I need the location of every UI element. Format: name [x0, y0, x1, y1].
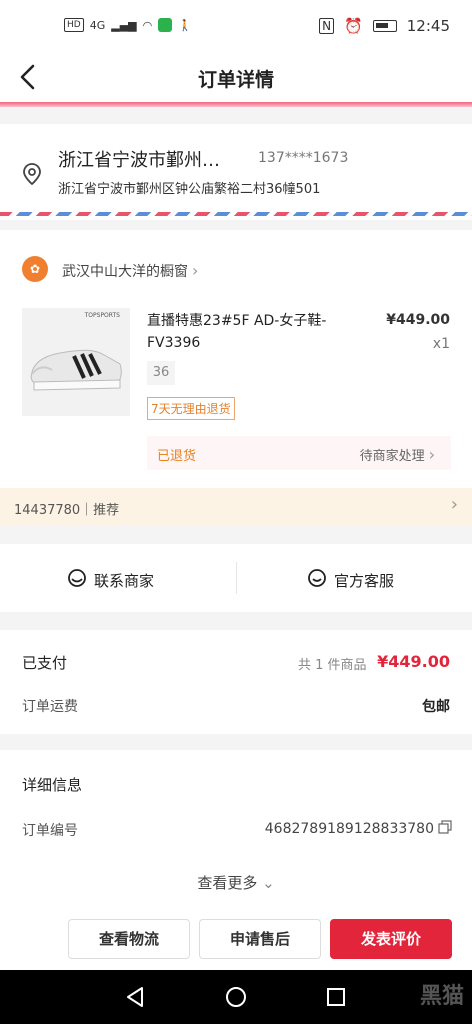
walk-icon: 🚶 [178, 18, 192, 32]
contact-bar: 联系商家 官方客服 [0, 544, 472, 612]
shop-name-link[interactable]: 武汉中山大洋的橱窗 › [62, 261, 198, 281]
product-title[interactable]: 直播特惠23#5F AD-女子鞋-FV3396 [147, 310, 367, 354]
chevron-right-icon: › [450, 494, 458, 515]
address-card[interactable]: 浙江省宁波市鄞州… 137****1673 浙江省宁波市鄞州区钟公庙繁裕二村36… [0, 124, 472, 220]
shop-name: 武汉中山大洋的橱窗 [62, 264, 188, 280]
customer-service-label: 官方客服 [334, 571, 395, 590]
payment-summary: 已支付 共 1 件商品 ¥449.00 订单运费 包邮 [0, 630, 472, 734]
product-quantity: x1 [432, 336, 450, 352]
after-sale-button[interactable]: 申请售后 [199, 919, 321, 959]
contact-merchant-button[interactable]: 联系商家 [66, 567, 154, 593]
recommend-text: 14437780｜推荐 [14, 503, 120, 518]
order-number-row: 4682789189128833780 [265, 820, 452, 838]
order-number-label: 订单编号 [22, 823, 78, 839]
nfc-icon: N [319, 18, 335, 34]
location-pin-icon [22, 162, 42, 190]
airmail-divider [0, 212, 472, 216]
refund-status-bar[interactable]: 已退货 待商家处理 › [147, 436, 451, 470]
recents-square-icon[interactable] [323, 984, 349, 1014]
signal-icon: ▂▄▆ [111, 18, 137, 32]
headset-icon [66, 567, 88, 593]
smile-icon [306, 567, 328, 593]
customer-service-button[interactable]: 官方客服 [306, 567, 394, 593]
refund-action: 待商家处理 › [360, 445, 435, 464]
hd-indicator: HD [64, 18, 84, 32]
alarm-icon: ⏰ [344, 17, 363, 35]
copy-icon[interactable] [438, 820, 452, 838]
shop-logo: ✿ [22, 256, 48, 282]
system-nav-bar: 黑猫 [0, 970, 472, 1024]
view-logistics-button[interactable]: 查看物流 [68, 919, 190, 959]
address-detail: 浙江省宁波市鄞州区钟公庙繁裕二村36幢501 [58, 182, 321, 197]
divider [236, 562, 237, 594]
shipping-label: 订单运费 [22, 699, 78, 715]
order-details: 详细信息 订单编号 4682789189128833780 查看更多 ⌄ [0, 750, 472, 910]
shipping-value: 包邮 [422, 699, 450, 715]
payment-status: 已支付 [22, 654, 68, 672]
wifi-icon: ◠ [142, 18, 153, 32]
back-triangle-icon[interactable] [122, 984, 148, 1014]
return-policy-badge: 7天无理由退货 [147, 397, 235, 420]
network-indicator: 4G [89, 18, 106, 32]
view-more-label: 查看更多 [197, 874, 258, 892]
contact-merchant-label: 联系商家 [94, 571, 155, 590]
refund-status: 已退货 [157, 449, 197, 464]
recommend-bar[interactable]: 14437780｜推荐 › [0, 488, 472, 526]
watermark: 黑猫 [419, 984, 464, 1009]
battery-icon [372, 20, 397, 32]
chevron-right-icon: › [428, 445, 435, 464]
nav-bar: 订单详情 [0, 56, 472, 102]
product-brand-mark: TOPSPORTS [84, 312, 120, 319]
recipient-name: 浙江省宁波市鄞州… [58, 150, 220, 171]
clock: 12:45 [406, 17, 450, 35]
product-image[interactable]: TOPSPORTS [22, 308, 130, 416]
payment-total: ¥449.00 [377, 652, 450, 671]
order-item-card: ✿ 武汉中山大洋的橱窗 › TOPSPORTS 直播特惠23#5F AD-女子鞋-… [0, 230, 472, 488]
chevron-down-icon: ⌄ [262, 874, 275, 892]
write-review-button[interactable]: 发表评价 [330, 919, 452, 959]
page-title: 订单详情 [197, 69, 274, 91]
chevron-right-icon: › [192, 261, 199, 280]
item-count: 共 1 件商品 [298, 658, 367, 673]
refund-action-label: 待商家处理 [359, 449, 425, 464]
product-price: ¥449.00 [386, 312, 450, 328]
sneaker-image [30, 349, 122, 391]
nav-divider [0, 102, 472, 107]
status-bar: HD 4G ▂▄▆ ◠ 🚶 N ⏰ 12:45 [0, 0, 472, 56]
app-badge-icon [158, 18, 173, 32]
recipient-phone: 137****1673 [258, 150, 349, 166]
home-circle-icon[interactable] [223, 984, 249, 1014]
details-title: 详细信息 [22, 776, 83, 794]
product-size: 36 [147, 361, 175, 385]
order-number: 4682789189128833780 [264, 821, 434, 837]
action-bar: 查看物流 申请售后 发表评价 [0, 910, 472, 970]
view-more-button[interactable]: 查看更多 ⌄ [0, 872, 472, 893]
